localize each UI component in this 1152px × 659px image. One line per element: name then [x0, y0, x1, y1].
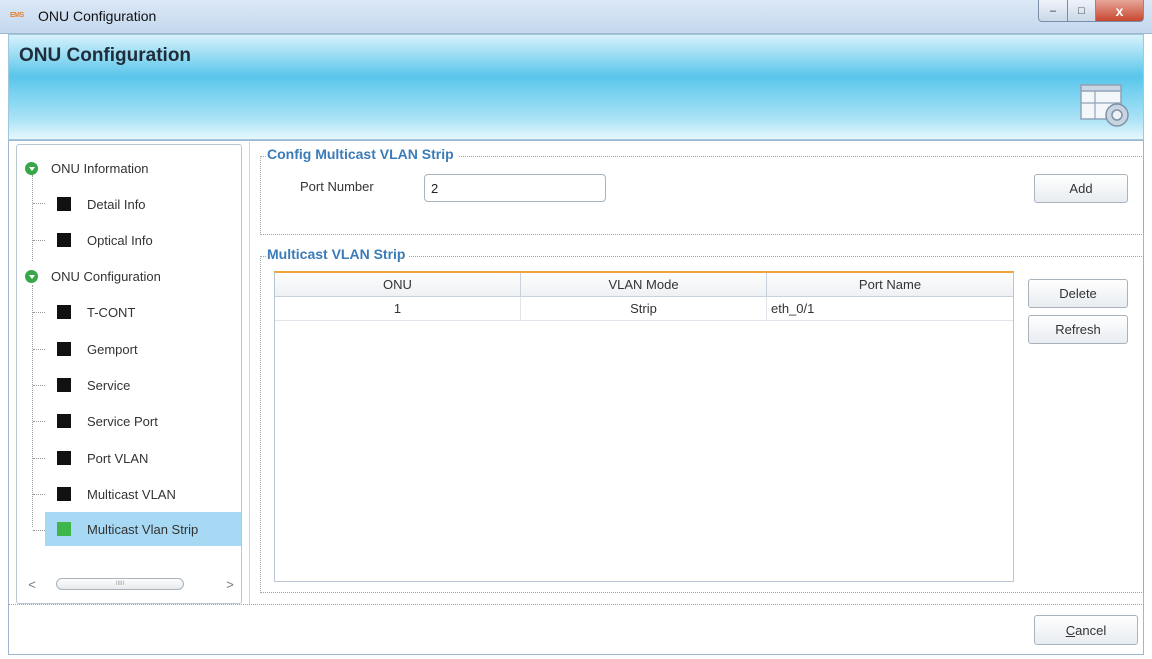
- scroll-thumb[interactable]: IIIII: [56, 578, 184, 590]
- page-icon: [57, 522, 71, 536]
- page-icon: [57, 378, 71, 392]
- tree-item-label: Multicast VLAN: [87, 486, 176, 502]
- scroll-track[interactable]: IIIII: [40, 578, 222, 590]
- column-header-port-name[interactable]: Port Name: [767, 273, 1013, 296]
- navigation-tree: ONU Information Detail Info Optical Info…: [16, 144, 242, 604]
- section-title: Config Multicast VLAN Strip: [267, 146, 458, 162]
- tree-item-gemport[interactable]: Gemport: [17, 332, 213, 366]
- tree-group-label: ONU Information: [51, 160, 149, 176]
- expand-arrow-icon[interactable]: [25, 269, 38, 283]
- page-icon: [57, 342, 71, 356]
- tree-item-label: Port VLAN: [87, 450, 149, 466]
- tree-item-multicast-vlan[interactable]: Multicast VLAN: [17, 477, 213, 511]
- tree-item-label: Detail Info: [87, 196, 146, 212]
- scroll-left-icon[interactable]: <: [24, 577, 40, 592]
- tree-item-label: Gemport: [87, 341, 138, 357]
- panel-splitter[interactable]: [249, 142, 250, 604]
- tree-horizontal-scrollbar[interactable]: < IIIII >: [24, 572, 238, 596]
- add-button[interactable]: Add: [1034, 174, 1128, 203]
- port-number-label: Port Number: [300, 179, 374, 194]
- minimize-button[interactable]: –: [1038, 0, 1068, 22]
- tree-item-multicast-vlan-strip[interactable]: Multicast Vlan Strip: [45, 512, 241, 546]
- page-icon: [57, 197, 71, 211]
- tree-item-label: Optical Info: [87, 232, 153, 248]
- header-banner: ONU Configuration: [8, 34, 1144, 140]
- tree-item-service-port[interactable]: Service Port: [17, 404, 213, 438]
- tree-group-onu-information[interactable]: ONU Information: [25, 151, 149, 185]
- port-number-input[interactable]: [424, 174, 606, 202]
- tree-item-label: Service Port: [87, 413, 158, 429]
- app-icon: EMS: [10, 12, 24, 19]
- multicast-vlan-strip-table: ONU VLAN Mode Port Name 1 Strip eth_0/1: [274, 271, 1014, 582]
- page-title: ONU Configuration: [19, 45, 192, 66]
- column-header-vlan-mode[interactable]: VLAN Mode: [521, 273, 767, 296]
- window-titlebar: EMS ONU Configuration – □ x: [0, 0, 1152, 34]
- page-icon: [57, 451, 71, 465]
- table-row[interactable]: 1 Strip eth_0/1: [275, 297, 1013, 321]
- window-controls: – □ x: [1038, 0, 1144, 22]
- cancel-label-rest: ancel: [1075, 622, 1107, 638]
- tree-item-optical-info[interactable]: Optical Info: [17, 223, 213, 257]
- page-icon: [57, 305, 71, 319]
- tree-item-detail-info[interactable]: Detail Info: [17, 187, 213, 221]
- maximize-button[interactable]: □: [1068, 0, 1096, 22]
- config-window-icon: [1080, 84, 1129, 127]
- delete-button[interactable]: Delete: [1028, 279, 1128, 308]
- tree-item-label: Service: [87, 377, 131, 393]
- section-title: Multicast VLAN Strip: [267, 246, 410, 262]
- tree-group-label: ONU Configuration: [51, 268, 161, 284]
- page-icon: [57, 233, 71, 247]
- cell-port-name: eth_0/1: [771, 301, 815, 316]
- config-multicast-vlan-strip-group: Config Multicast VLAN Strip: [260, 146, 1144, 235]
- tree-item-port-vlan[interactable]: Port VLAN: [17, 441, 213, 475]
- cell-vlan-mode: Strip: [521, 297, 767, 320]
- refresh-button[interactable]: Refresh: [1028, 315, 1128, 344]
- page-icon: [57, 487, 71, 501]
- scroll-right-icon[interactable]: >: [222, 577, 238, 592]
- table-header: ONU VLAN Mode Port Name: [275, 273, 1013, 297]
- tree-item-label: T-CONT: [87, 304, 136, 320]
- cell-onu: 1: [275, 297, 521, 320]
- cancel-mnemonic: C: [1065, 622, 1076, 638]
- tree-group-onu-configuration[interactable]: ONU Configuration: [25, 259, 161, 293]
- tree-item-label: Multicast Vlan Strip: [87, 521, 199, 537]
- page-icon: [57, 414, 71, 428]
- tree-item-service[interactable]: Service: [17, 368, 213, 402]
- expand-arrow-icon[interactable]: [25, 161, 38, 175]
- cancel-button[interactable]: Cancel: [1034, 615, 1138, 645]
- tree-item-t-cont[interactable]: T-CONT: [17, 295, 213, 329]
- close-button[interactable]: x: [1096, 0, 1144, 22]
- window-title: ONU Configuration: [38, 8, 157, 24]
- footer-divider: [8, 604, 1144, 605]
- column-header-onu[interactable]: ONU: [275, 273, 521, 296]
